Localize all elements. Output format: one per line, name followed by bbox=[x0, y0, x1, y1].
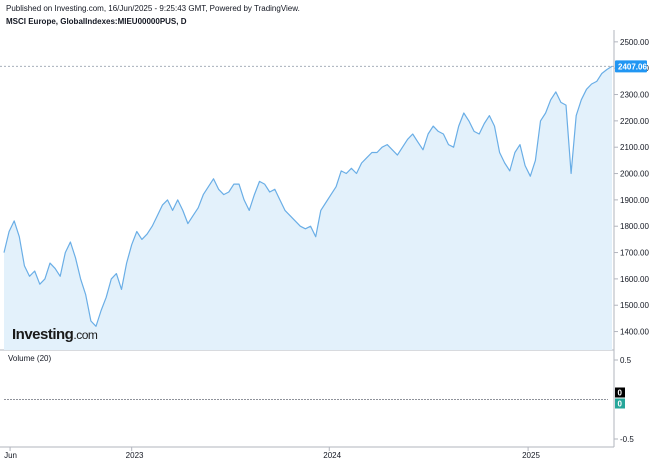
y-tick-label: 2500.00 bbox=[620, 38, 649, 47]
volume-tick-label: 0.5 bbox=[620, 356, 632, 365]
logo-brand: Investing bbox=[12, 326, 74, 343]
y-tick-label: 2300.00 bbox=[620, 91, 649, 100]
y-tick-label: 1900.00 bbox=[620, 196, 649, 205]
y-tick-label: 2000.00 bbox=[620, 170, 649, 179]
last-value-label: 2407.06 bbox=[618, 62, 647, 71]
logo-suffix: .com bbox=[73, 328, 98, 342]
x-tick-label: 2024 bbox=[323, 451, 341, 460]
y-tick-label: 2100.00 bbox=[620, 143, 649, 152]
investing-logo: Investing.com bbox=[12, 326, 98, 343]
y-tick-label: 1700.00 bbox=[620, 249, 649, 258]
x-tick-label: 2025 bbox=[522, 451, 540, 460]
y-tick-label: 1800.00 bbox=[620, 222, 649, 231]
chart-container: 1400.00 1500.00 1600.00 1700.00 1800.00 1900.… bbox=[0, 0, 650, 461]
price-area-fill bbox=[4, 66, 612, 351]
volume-label: Volume (20) bbox=[8, 354, 52, 363]
y-tick-label: 1400.00 bbox=[620, 328, 649, 337]
y-tick-label: 1500.00 bbox=[620, 301, 649, 310]
x-tick-label: Jun bbox=[4, 451, 17, 460]
y-tick-label: 1600.00 bbox=[620, 275, 649, 284]
volume-value-a: 0 bbox=[618, 389, 623, 398]
x-tick-label: 2023 bbox=[126, 451, 144, 460]
volume-tick-label: -0.5 bbox=[620, 435, 634, 444]
price-chart[interactable]: 1400.00 1500.00 1600.00 1700.00 1800.00 1900.… bbox=[0, 0, 650, 461]
volume-value-b: 0 bbox=[618, 400, 623, 409]
y-tick-label: 2200.00 bbox=[620, 117, 649, 126]
